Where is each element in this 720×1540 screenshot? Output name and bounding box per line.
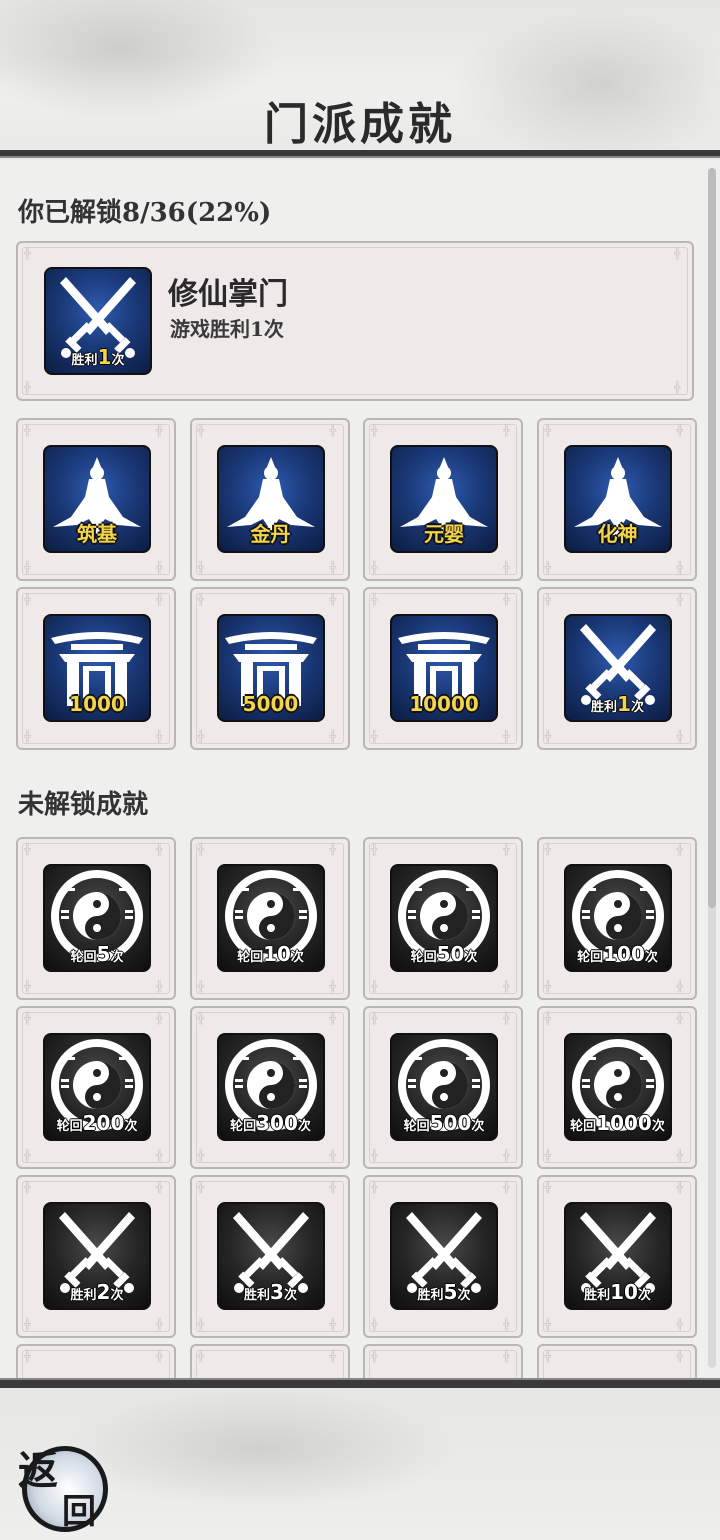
- crossed-swords-icon: 胜利2次: [43, 1202, 151, 1310]
- achievement-label: 轮回1000次: [570, 1111, 665, 1135]
- back-label-char1: 返: [18, 1447, 58, 1494]
- achievement-label: 胜利1次: [591, 692, 644, 716]
- crossed-swords-icon: 胜利1次: [563, 614, 672, 722]
- yin-yang-icon: 轮回10次: [216, 864, 325, 972]
- achievement-label: 轮回100次: [577, 942, 658, 966]
- locked-achievement-card[interactable]: ╬ ╬ ╬ ╬ 胜利3次: [189, 1175, 350, 1338]
- locked-achievement-card[interactable]: ╬ ╬ ╬ ╬ 轮回1000次: [536, 1006, 697, 1169]
- back-button[interactable]: 返 回: [14, 1436, 110, 1532]
- featured-achievement-name: 修仙掌门: [168, 277, 288, 312]
- locked-achievement-card[interactable]: ╬ ╬ ╬ ╬ 轮回100次: [536, 837, 697, 1000]
- gate-icon: 10000: [390, 614, 498, 722]
- achievement-label: 胜利5次: [417, 1280, 471, 1304]
- immortal-figure-icon: 筑基: [43, 445, 151, 553]
- crossed-swords-icon: 胜利3次: [216, 1202, 325, 1310]
- locked-achievement-card[interactable]: ╬ ╬ ╬ ╬ 轮回50次: [363, 837, 523, 1000]
- scrollbar-thumb[interactable]: [708, 168, 716, 908]
- featured-achievement-card[interactable]: ╬ ╬ ╬ ╬ 胜利1次 修仙掌门 游戏胜利1次: [16, 241, 694, 401]
- featured-achievement-desc: 游戏胜利1次: [170, 317, 284, 341]
- immortal-figure-icon: 元婴: [390, 445, 498, 553]
- unlocked-achievement-card[interactable]: ╬ ╬ ╬ ╬ 胜利1次: [536, 587, 697, 750]
- page-title: 门派成就: [264, 99, 456, 150]
- header: 门派成就: [0, 0, 720, 150]
- locked-achievement-card[interactable]: ╬ ╬: [189, 1344, 350, 1378]
- locked-achievement-card[interactable]: ╬ ╬ ╬ ╬ 胜利10次: [536, 1175, 697, 1338]
- locked-achievement-card[interactable]: ╬ ╬: [16, 1344, 176, 1378]
- yin-yang-icon: 轮回300次: [216, 1033, 325, 1141]
- yin-yang-icon: 轮回100次: [563, 864, 672, 972]
- yin-yang-icon: 轮回500次: [390, 1033, 498, 1141]
- footer-divider: [0, 1378, 720, 1388]
- achievement-label: 10000: [409, 692, 479, 716]
- achievement-label: 胜利2次: [70, 1280, 124, 1304]
- achievement-label: 5000: [242, 692, 299, 716]
- achievement-label: 1000: [69, 692, 125, 716]
- locked-achievement-card[interactable]: ╬ ╬ ╬ ╬ 轮回500次: [363, 1006, 523, 1169]
- achievement-label: 胜利10次: [584, 1280, 651, 1304]
- yin-yang-icon: 轮回5次: [43, 864, 151, 972]
- achievement-list[interactable]: 你已解锁8/36(22%) ╬ ╬ ╬ ╬ 胜利1次 修仙掌门 游戏胜利1次 ╬ ╬ ╬…: [0, 160, 720, 1378]
- locked-section-title: 未解锁成就: [18, 790, 149, 820]
- achievement-label: 元婴: [424, 522, 464, 546]
- unlocked-achievement-card[interactable]: ╬ ╬ ╬ ╬ 元婴: [363, 418, 523, 581]
- locked-achievement-card[interactable]: ╬ ╬ ╬ ╬ 胜利2次: [16, 1175, 176, 1338]
- locked-achievement-card[interactable]: ╬ ╬: [363, 1344, 523, 1378]
- yin-yang-icon: 轮回1000次: [563, 1033, 672, 1141]
- crossed-swords-icon: 胜利10次: [563, 1202, 672, 1310]
- unlocked-achievement-card[interactable]: ╬ ╬ ╬ ╬ 10000: [363, 587, 523, 750]
- unlocked-achievement-card[interactable]: ╬ ╬ ╬ ╬ 金丹: [189, 418, 350, 581]
- unlocked-achievement-card[interactable]: ╬ ╬ ╬ ╬ 筑基: [16, 418, 176, 581]
- gate-icon: 5000: [216, 614, 325, 722]
- yin-yang-icon: 轮回50次: [390, 864, 498, 972]
- mist-decoration: [60, 1388, 460, 1508]
- unlocked-achievement-card[interactable]: ╬ ╬ ╬ ╬ 5000: [189, 587, 350, 750]
- achievement-label: 轮回50次: [410, 942, 478, 966]
- achievement-label: 轮回5次: [70, 942, 124, 966]
- achievement-label: 筑基: [77, 522, 117, 546]
- immortal-figure-icon: 化神: [563, 445, 672, 553]
- gate-icon: 1000: [43, 614, 151, 722]
- scrollbar[interactable]: [708, 168, 716, 1368]
- header-divider: [0, 150, 720, 158]
- achievement-label: 胜利3次: [244, 1280, 297, 1304]
- locked-achievement-card[interactable]: ╬ ╬ ╬ ╬ 轮回300次: [189, 1006, 350, 1169]
- achievement-label: 化神: [597, 522, 638, 546]
- unlocked-achievement-card[interactable]: ╬ ╬ ╬ ╬ 化神: [536, 418, 697, 581]
- locked-achievement-card[interactable]: ╬ ╬: [536, 1344, 697, 1378]
- immortal-figure-icon: 金丹: [216, 445, 325, 553]
- locked-achievement-card[interactable]: ╬ ╬ ╬ ╬ 轮回5次: [16, 837, 176, 1000]
- unlocked-summary: 你已解锁8/36(22%): [18, 198, 272, 228]
- achievement-label: 金丹: [250, 522, 291, 546]
- locked-achievement-card[interactable]: ╬ ╬ ╬ ╬ 轮回200次: [16, 1006, 176, 1169]
- locked-achievement-card[interactable]: ╬ ╬ ╬ ╬ 胜利5次: [363, 1175, 523, 1338]
- unlocked-achievement-card[interactable]: ╬ ╬ ╬ ╬ 1000: [16, 587, 176, 750]
- locked-achievement-card[interactable]: ╬ ╬ ╬ ╬ 轮回10次: [189, 837, 350, 1000]
- crossed-swords-icon: 胜利5次: [390, 1202, 498, 1310]
- back-label-char2: 回: [62, 1492, 96, 1532]
- achievement-label: 轮回500次: [403, 1111, 485, 1135]
- crossed-swords-icon: 胜利1次: [44, 267, 152, 375]
- achievement-label: 轮回10次: [237, 942, 304, 966]
- yin-yang-icon: 轮回200次: [43, 1033, 151, 1141]
- featured-badge-label: 胜利1次: [71, 345, 125, 369]
- achievement-label: 轮回300次: [230, 1111, 311, 1135]
- achievement-label: 轮回200次: [56, 1111, 138, 1135]
